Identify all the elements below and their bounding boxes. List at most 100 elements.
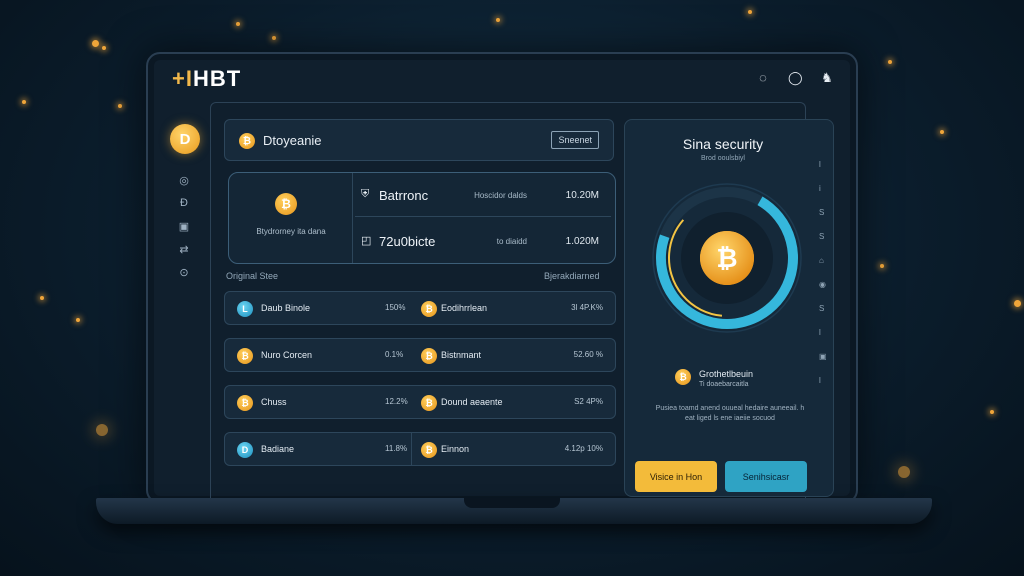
wallet-row-label: Hoscidor dalds [474, 191, 527, 200]
secondary-button[interactable]: Senihsicasr [725, 461, 807, 492]
wallet-row-label: to diaidd [496, 237, 527, 246]
laptop-notch [464, 498, 560, 508]
bokeh-light [272, 36, 276, 40]
bokeh-light [102, 46, 106, 50]
scroll-glyph: S [819, 232, 825, 241]
wallet-row-value: 1.020M [565, 236, 599, 247]
bokeh-light [880, 264, 884, 268]
settings-icon[interactable]: ⊙ [176, 266, 192, 279]
wallet-row-value: 10.20M [565, 190, 599, 201]
asset-change: 0.1% [385, 350, 404, 359]
bokeh-light [898, 466, 910, 478]
header-button[interactable]: Sneenet [551, 131, 599, 149]
bokeh-light [22, 100, 26, 104]
asset-name: Badiane [261, 444, 295, 454]
top-toolbar: ◌ ◯ ♞ [756, 70, 834, 86]
sidebar-nav: ◎ Ð ▣ ⇄ ⊙ [176, 174, 192, 279]
scroll-glyph: l [819, 160, 821, 169]
wallet-row-name: 72u0bicte [379, 234, 436, 249]
dashboard-header: ₿ Dtoyeanie Sneenet [224, 119, 614, 161]
asset-row[interactable]: D Badiane 11.8% ₿ Einnon 4.12p 10% [224, 432, 616, 466]
bitcoin-icon: ₿ [421, 301, 437, 317]
app-logo[interactable]: +IHBT [172, 66, 241, 92]
section-label-right: Bjerakdiarned [544, 271, 600, 281]
asset-row[interactable]: ₿ Nuro Corcen 0.1% ₿ Bistnmant 52.60 % [224, 338, 616, 372]
wallet-row-name: Batrronc [379, 188, 429, 203]
bokeh-light [76, 318, 80, 322]
tip-title: Grothetlbeuin [699, 369, 754, 379]
logo-text: HBT [192, 66, 242, 91]
avatar[interactable]: D [170, 124, 200, 154]
asset-name: Bistnmant [441, 350, 482, 360]
wallet-icon[interactable]: ▣ [176, 220, 192, 233]
wallet-description: Btydrorney ita dana [256, 227, 326, 236]
bokeh-light [40, 296, 44, 300]
asset-name: Einnon [441, 444, 470, 454]
asset-name: Chuss [261, 397, 287, 407]
asset-change: 52.60 % [573, 350, 603, 359]
bitcoin-icon: ₿ [421, 395, 437, 411]
logo-prefix: +I [172, 66, 193, 91]
bitcoin-icon: ₿ [239, 133, 255, 149]
bokeh-light [236, 22, 240, 26]
coin-icon: L [237, 301, 253, 317]
transfer-icon[interactable]: ⇄ [176, 243, 192, 256]
page-title: Dtoyeanie [263, 133, 322, 148]
wallet-summary[interactable]: ₿ Btydrorney ita dana ⛨ Batrronc Hoscido… [228, 172, 616, 264]
asset-change: 12.2% [385, 397, 408, 406]
asset-row[interactable]: ₿ Chuss 12.2% ₿ Dound aeaente S2 4P% [224, 385, 616, 419]
asset-change: 150% [385, 303, 406, 312]
clock-icon[interactable]: ◌ [756, 70, 770, 86]
section-label-left: Original Stee [226, 271, 279, 281]
scroll-glyph: l [819, 376, 821, 385]
bitcoin-icon: ₿ [275, 193, 297, 215]
scroll-glyph: ▣ [819, 352, 827, 361]
asset-change: S2 4P% [574, 397, 603, 406]
asset-change: 11.8% [385, 444, 408, 453]
security-gauge: ₿ [652, 183, 802, 333]
asset-change: 3l 4P.K% [571, 303, 603, 312]
bitcoin-icon: ₿ [421, 348, 437, 364]
bokeh-light [118, 104, 122, 108]
asset-name: Dound aeaente [441, 397, 503, 407]
asset-row[interactable]: L Daub Binole 150% ₿ Eodihrrlean 3l 4P.K… [224, 291, 616, 325]
bokeh-light [1014, 300, 1021, 307]
exchange-icon[interactable]: Ð [176, 197, 192, 210]
chat-icon[interactable]: ◯ [788, 70, 803, 86]
side-scroll-indicators: l i S S ⌂ ◉ S l ▣ l [819, 160, 827, 388]
bokeh-light [888, 60, 892, 64]
bokeh-light [96, 424, 108, 436]
user-icon[interactable]: ♞ [820, 70, 834, 86]
scroll-glyph: S [819, 304, 825, 313]
security-panel: Sina security Brod ooulsbiyl ₿ l i S S ⌂… [624, 119, 834, 497]
bitcoin-symbol: ₿ [716, 244, 737, 274]
wallet-overview: ₿ Btydrorney ita dana [229, 173, 353, 263]
wallet-row[interactable]: ⛨ Batrronc Hoscidor dalds 10.20M [355, 173, 611, 217]
scroll-glyph: l [819, 328, 821, 337]
shield-icon[interactable]: ◎ [176, 174, 192, 187]
security-subtitle: Brod ooulsbiyl [701, 155, 745, 162]
bokeh-light [748, 10, 752, 14]
bitcoin-icon: ₿ [237, 395, 253, 411]
bokeh-light [496, 18, 500, 22]
shield-icon: ⛨ [361, 188, 370, 200]
scroll-glyph: ⌂ [819, 256, 824, 265]
coin-icon: ₿ [237, 348, 253, 364]
wallet-row[interactable]: ◰ 72u0bicte to diaidd 1.020M [355, 219, 611, 263]
row-divider [411, 433, 412, 465]
asset-name: Eodihrrlean [441, 303, 488, 313]
bokeh-light [940, 130, 944, 134]
security-title: Sina security [682, 136, 764, 152]
bitcoin-icon: ₿ [421, 442, 437, 458]
bitcoin-icon: ₿ [675, 369, 691, 385]
tip-subtitle: Ti doaebarcaitla [699, 381, 749, 388]
primary-button[interactable]: Visice in Hon [635, 461, 717, 492]
asset-change: 4.12p 10% [564, 444, 603, 453]
bokeh-light [92, 40, 99, 47]
coin-icon: D [237, 442, 253, 458]
asset-name: Daub Binole [261, 303, 311, 313]
card-icon: ◰ [361, 235, 372, 247]
scroll-glyph: S [819, 208, 825, 217]
scroll-glyph: ◉ [819, 280, 826, 289]
bokeh-light [990, 410, 994, 414]
